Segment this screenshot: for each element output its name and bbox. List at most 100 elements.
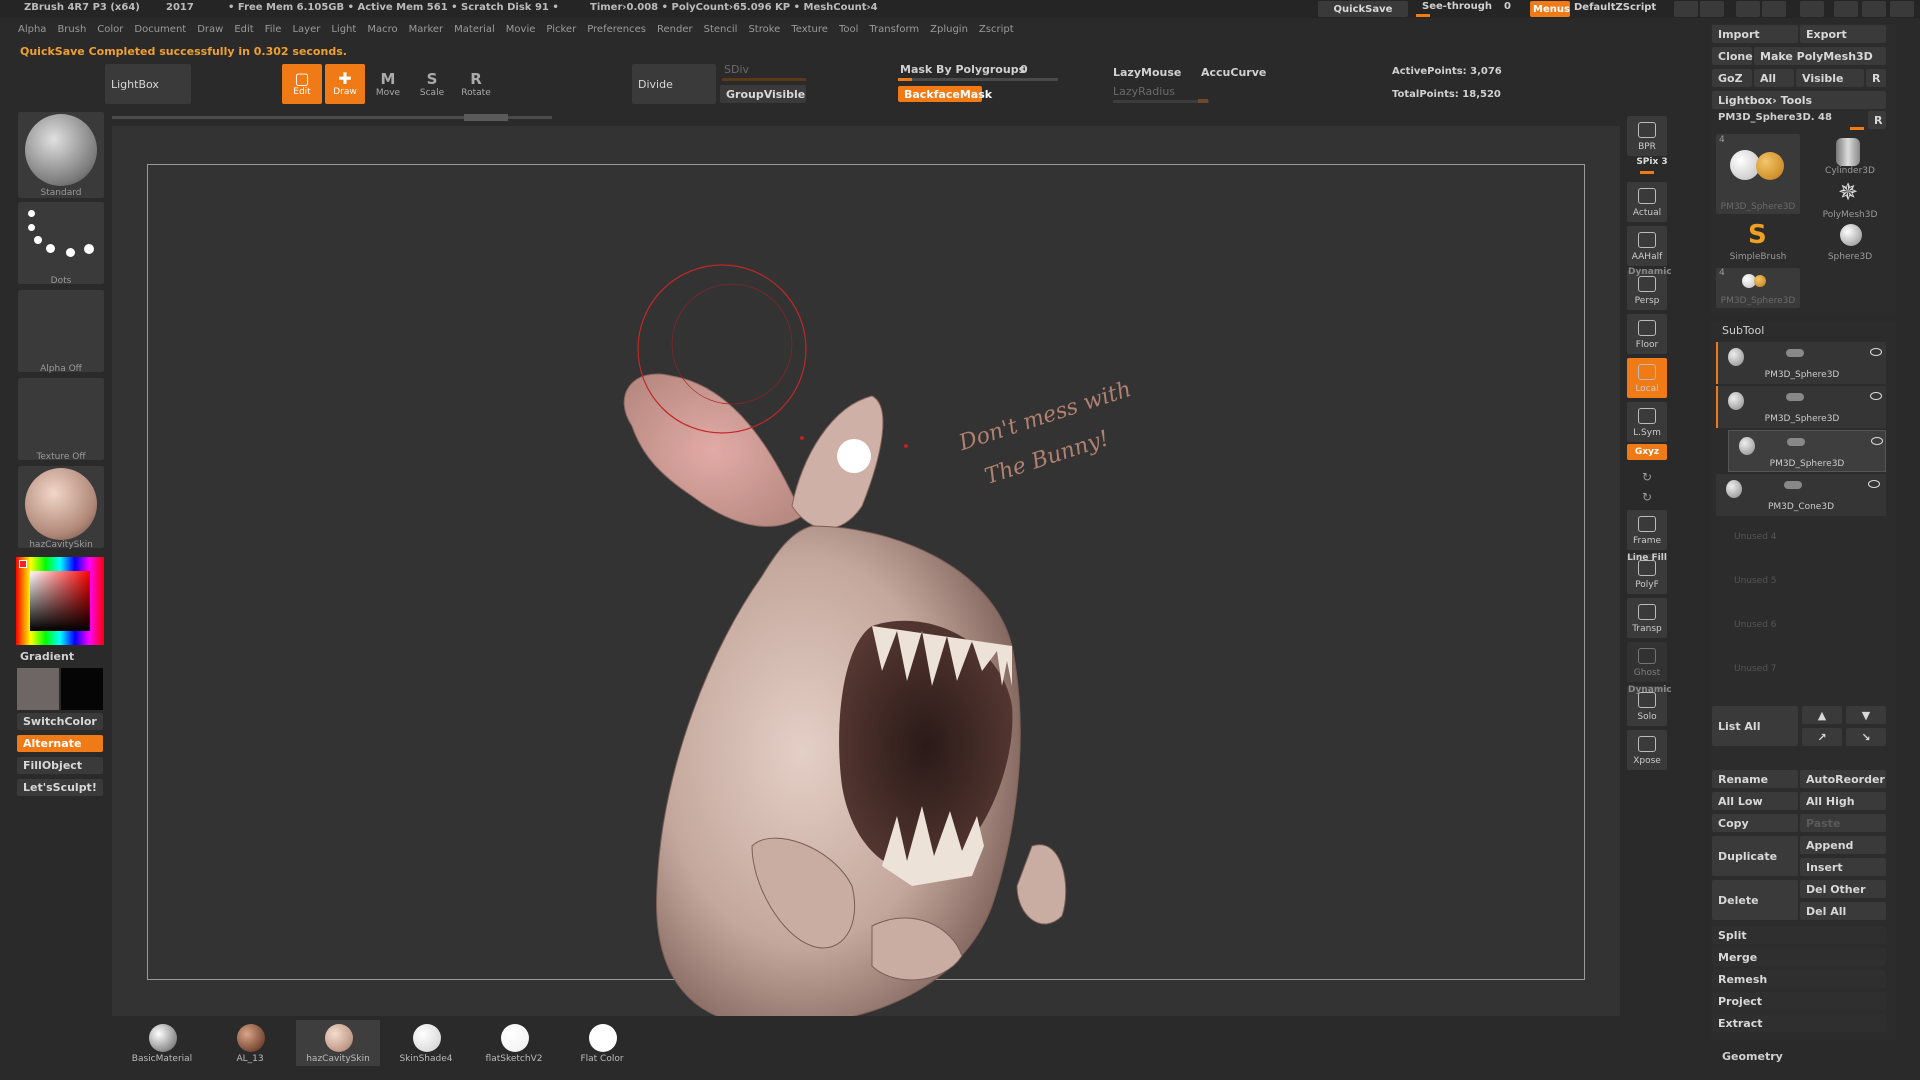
menus-button[interactable]: Menus [1530,1,1570,17]
copy-button[interactable]: Copy [1712,814,1798,832]
close-icon[interactable] [1890,1,1914,17]
subtool-visibility-icon[interactable] [1871,437,1883,445]
quicksave-button[interactable]: QuickSave [1318,1,1408,17]
color-picker[interactable] [16,557,104,645]
move-down-button[interactable]: ▼ [1846,706,1886,724]
menu-stencil[interactable]: Stencil [704,24,738,38]
all-high-button[interactable]: All High [1800,792,1886,810]
remesh-button[interactable]: Remesh [1712,970,1886,988]
subtool-visibility-icon[interactable] [1868,480,1880,488]
move-up-button[interactable]: ▲ [1802,706,1842,724]
toolbar-progress-thumb[interactable] [464,114,508,121]
material-slot[interactable]: SkinShade4 [384,1020,468,1066]
accu-curve-label[interactable]: AccuCurve [1201,66,1266,79]
floor-button[interactable]: Floor [1627,314,1667,354]
lazy-mouse-label[interactable]: LazyMouse [1113,66,1181,79]
lightbox-button[interactable]: LightBox [105,64,191,104]
material-thumbnail[interactable] [18,466,104,548]
menu-edit[interactable]: Edit [234,24,253,38]
extract-button[interactable]: Extract [1712,1014,1886,1032]
maximize-icon[interactable] [1862,1,1886,17]
insert-button[interactable]: Insert [1800,858,1886,876]
lets-sculpt-button[interactable]: Let'sSculpt! [17,779,103,796]
subtool-toggle[interactable] [1786,349,1804,357]
xpose-button[interactable]: Xpose [1627,730,1667,770]
visible-button[interactable]: Visible [1796,69,1864,87]
split-button[interactable]: Split [1712,926,1886,944]
rotate-z-icon[interactable]: ↻ [1640,490,1654,504]
tool-thumb-polymesh[interactable]: ✵ PolyMesh3D [1810,178,1890,220]
menu-layer[interactable]: Layer [292,24,320,38]
subtool-visibility-icon[interactable] [1870,348,1882,356]
menu-macro[interactable]: Macro [367,24,397,38]
rotate-button[interactable]: R Rotate [456,64,496,104]
append-button[interactable]: Append [1800,836,1886,854]
menu-picker[interactable]: Picker [546,24,576,38]
spix-slider[interactable] [1640,171,1654,174]
layout-next-button[interactable] [1700,1,1724,17]
menu-material[interactable]: Material [454,24,495,38]
menu-light[interactable]: Light [331,24,356,38]
texture-thumbnail[interactable] [18,378,104,460]
subtool-row[interactable]: PM3D_Sphere3D [1716,386,1886,428]
local-button[interactable]: Local [1627,358,1667,398]
stroke-thumbnail[interactable] [18,202,104,284]
xyz-symmetry-button[interactable]: Gxyz [1627,444,1667,460]
lightbox-tools-button[interactable]: Lightbox› Tools [1712,91,1886,109]
del-other-button[interactable]: Del Other [1800,880,1886,898]
lock-icon[interactable] [1800,1,1824,17]
layout-prev-button[interactable] [1674,1,1698,17]
edit-button[interactable]: ▢ Edit [282,64,322,104]
mask-by-polygroups-slider[interactable] [898,78,1058,81]
menu-brush[interactable]: Brush [57,24,86,38]
tool-thumb-pm3d-sphere[interactable]: 4 PM3D_Sphere3D [1716,134,1800,214]
move-up-right-button[interactable]: ↗ [1802,728,1842,746]
brush-thumbnail[interactable] [18,112,104,198]
backface-mask-button[interactable]: BackfaceMask [898,86,992,102]
transp-button[interactable]: Transp [1627,598,1667,638]
project-button[interactable]: Project [1712,992,1886,1010]
alternate-button[interactable]: Alternate [17,735,103,752]
secondary-color-swatch[interactable] [61,668,103,710]
main-color-swatch[interactable] [17,668,59,710]
subtool-row[interactable]: PM3D_Sphere3D [1716,342,1886,384]
tool-thumb-sphere[interactable]: Sphere3D [1810,222,1890,264]
menu-stroke[interactable]: Stroke [748,24,780,38]
subtool-row[interactable]: PM3D_Sphere3D [1728,430,1886,472]
actual-button[interactable]: Actual [1627,182,1667,222]
layout-b-button[interactable] [1762,1,1786,17]
gradient-label[interactable]: Gradient [20,650,74,663]
goz-button[interactable]: GoZ [1712,69,1752,87]
menu-texture[interactable]: Texture [791,24,828,38]
merge-button[interactable]: Merge [1712,948,1886,966]
menu-transform[interactable]: Transform [869,24,919,38]
subtool-toggle[interactable] [1787,438,1805,446]
export-button[interactable]: Export [1800,25,1886,43]
rename-button[interactable]: Rename [1712,770,1798,788]
menu-file[interactable]: File [265,24,282,38]
alpha-thumbnail[interactable] [18,290,104,372]
rotate-y-icon[interactable]: ↻ [1640,470,1654,484]
geometry-header[interactable]: Geometry [1722,1050,1783,1063]
layout-a-button[interactable] [1736,1,1760,17]
material-slot[interactable]: flatSketchV2 [472,1020,556,1066]
tool-r-button[interactable]: R [1868,111,1886,129]
delete-button[interactable]: Delete [1712,880,1798,920]
move-down-right-button[interactable]: ↘ [1846,728,1886,746]
group-visible-button[interactable]: GroupVisible [720,85,806,103]
default-zscript-label[interactable]: DefaultZScript [1574,2,1656,13]
frame-button[interactable]: Frame [1627,510,1667,550]
subtool-visibility-icon[interactable] [1870,392,1882,400]
menu-document[interactable]: Document [134,24,186,38]
menu-preferences[interactable]: Preferences [587,24,646,38]
del-all-button[interactable]: Del All [1800,902,1886,920]
document-canvas[interactable]: Don't mess with The Bunny! [112,126,1620,1016]
auto-reorder-button[interactable]: AutoReorder [1800,770,1886,788]
tool-thumb-simplebrush[interactable]: S SimpleBrush [1716,220,1800,264]
aahalf-button[interactable]: AAHalf [1627,226,1667,266]
fill-object-button[interactable]: FillObject [17,757,103,774]
move-button[interactable]: M Move [368,64,408,104]
lazy-radius-slider[interactable] [1113,100,1209,103]
list-all-button[interactable]: List All [1712,706,1798,746]
subtool-row[interactable]: PM3D_Cone3D [1716,474,1886,516]
